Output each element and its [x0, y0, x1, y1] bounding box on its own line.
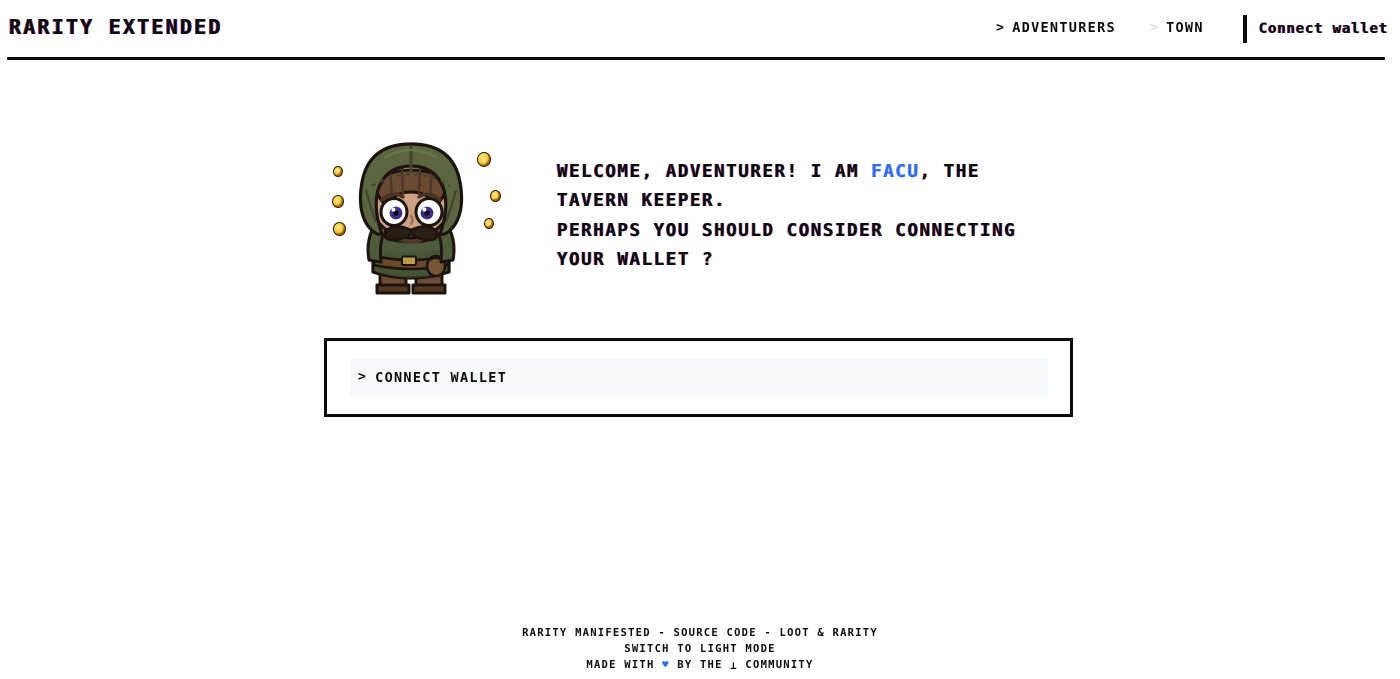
connect-wallet-row-label: > CONNECT WALLET: [358, 370, 507, 386]
speech-line-1-suffix: , THE: [919, 162, 981, 182]
coin-icon: [477, 152, 491, 167]
nav-item-adventurers-label: ADVENTURERS: [1012, 20, 1116, 36]
rarity-mark-icon: ⊥: [730, 660, 738, 672]
nav-divider: [1242, 15, 1247, 43]
nav-item-adventurers[interactable]: > ADVENTURERS: [979, 20, 1133, 36]
speech-line-3: PERHAPS YOU SHOULD CONSIDER CONNECTING: [557, 220, 1017, 241]
coin-icon: [332, 195, 344, 208]
avatar: [324, 130, 514, 310]
credit-suffix: COMMUNITY: [737, 659, 814, 671]
speech-line-1: WELCOME, ADVENTURER! I AM FACU, THE: [557, 158, 1016, 187]
coin-icon: [333, 222, 346, 236]
footer-links-line[interactable]: RARITY MANIFESTED - SOURCE CODE - LOOT &…: [0, 625, 1400, 641]
connect-wallet-text: CONNECT WALLET: [375, 369, 508, 386]
theme-toggle-link[interactable]: SWITCH TO LIGHT MODE: [0, 641, 1400, 657]
connect-wallet-header-button[interactable]: Connect wallet: [1259, 21, 1400, 37]
hero-section: WELCOME, ADVENTURER! I AM FACU, THE TAVE…: [0, 130, 1400, 310]
speech-line-1-prefix: WELCOME, ADVENTURER! I AM: [557, 162, 872, 182]
brand-logo[interactable]: RARITY EXTENDED: [9, 17, 223, 37]
credit-middle: BY THE: [669, 659, 731, 671]
chevron-right-icon: >: [358, 369, 368, 385]
tavern-keeper-sprite: [358, 142, 464, 295]
coin-icon: [333, 166, 343, 177]
header-rule: [7, 57, 1385, 60]
speech-line-4: YOUR WALLET ?: [557, 249, 715, 270]
heart-icon: ♥: [662, 659, 670, 671]
keeper-name-highlight: FACU: [871, 162, 920, 182]
chevron-right-icon: >: [1149, 20, 1160, 35]
main-nav: > ADVENTURERS > TOWN Connect wallet: [979, 0, 1400, 58]
coin-icon: [484, 218, 494, 229]
connect-wallet-panel: > CONNECT WALLET: [324, 338, 1073, 417]
nav-item-town[interactable]: > TOWN: [1133, 20, 1221, 36]
connect-wallet-row[interactable]: > CONNECT WALLET: [350, 358, 1048, 397]
coin-icon: [490, 190, 501, 202]
site-header: RARITY EXTENDED > ADVENTURERS > TOWN Con…: [0, 0, 1400, 60]
speech-line-2: TAVERN KEEPER.: [557, 191, 727, 212]
site-footer: RARITY MANIFESTED - SOURCE CODE - LOOT &…: [0, 625, 1400, 673]
nav-item-town-label: TOWN: [1166, 20, 1204, 36]
credit-prefix: MADE WITH: [586, 659, 663, 671]
chevron-right-icon: >: [996, 20, 1006, 35]
footer-credit-line: MADE WITH ♥ BY THE ⊥ COMMUNITY: [0, 657, 1400, 673]
speech-text: WELCOME, ADVENTURER! I AM FACU, THE TAVE…: [557, 130, 1016, 275]
